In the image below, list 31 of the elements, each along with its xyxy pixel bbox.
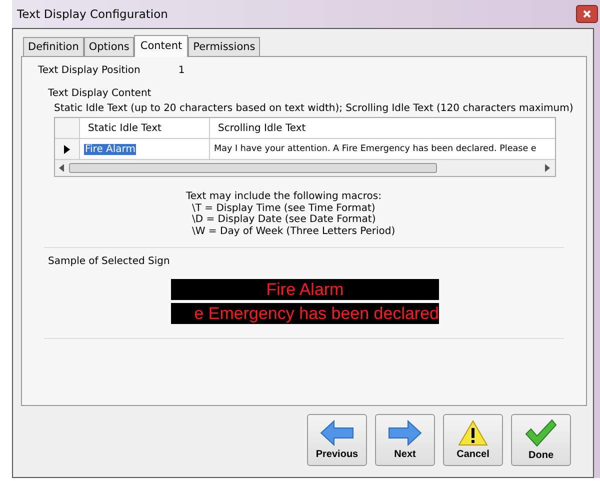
position-label: Text Display Position (38, 65, 140, 76)
scroll-right-icon (545, 164, 551, 172)
horizontal-scrollbar[interactable] (55, 160, 555, 176)
macro-text: \T = Display Time (see Time Format) (191, 202, 376, 214)
macro-text: Text may include the following macros: (186, 191, 382, 202)
close-icon (582, 9, 592, 19)
column-header[interactable]: Static Idle Text (80, 118, 210, 138)
nav-button[interactable]: Cancel (443, 414, 503, 466)
macro-text: \W = Day of Week (Three Letters Period) (191, 226, 396, 237)
macro-text: \D = Display Date (see Date Format) (191, 214, 377, 226)
warning-icon (458, 420, 488, 446)
nav-button[interactable]: Next (375, 414, 435, 466)
tab[interactable]: Definition (23, 37, 84, 56)
tab[interactable]: Content (134, 35, 188, 57)
window-title: Text Display Configuration (17, 7, 168, 21)
tab[interactable]: Permissions (188, 37, 260, 56)
scroll-left-icon (59, 164, 65, 172)
section-heading: Text Display Content (48, 88, 152, 99)
hint-text: Static Idle Text (up to 20 characters based on text width); Scrolling Idle Text (120 characters maximum) (54, 103, 574, 114)
check-icon (525, 419, 557, 447)
column-header[interactable]: Scrolling Idle Text (210, 118, 555, 138)
table-cell[interactable]: May I have your attention. A Fire Emergency has been declared. Please e (214, 144, 538, 154)
left-arrow-icon (320, 420, 354, 446)
position-value: 1 (178, 65, 185, 76)
nav-button[interactable]: Previous (307, 414, 367, 466)
tab[interactable]: Options (84, 37, 134, 56)
nav-button[interactable]: Done (511, 414, 571, 466)
table-cell[interactable]: Fire Alarm (84, 144, 136, 154)
close-button[interactable] (576, 5, 598, 23)
right-arrow-icon (388, 420, 422, 446)
sample-label: Sample of Selected Sign (48, 256, 171, 267)
